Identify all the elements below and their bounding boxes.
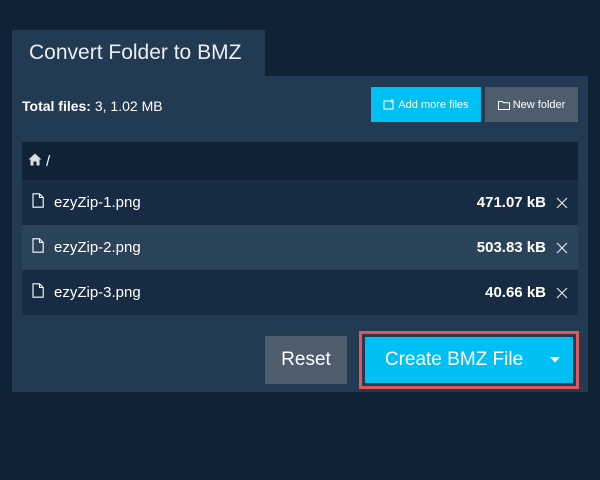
folder-icon bbox=[497, 100, 510, 110]
create-bmz-file-label: Create BMZ File bbox=[384, 349, 524, 370]
remove-file-button[interactable] bbox=[556, 197, 568, 209]
file-name: ezyZip-3.png bbox=[54, 284, 141, 301]
new-folder-button[interactable]: New folder bbox=[485, 87, 578, 122]
close-icon bbox=[556, 197, 568, 208]
add-file-icon bbox=[383, 99, 395, 110]
new-folder-label: New folder bbox=[512, 98, 566, 111]
tab-title: Convert Folder to BMZ bbox=[29, 41, 242, 64]
file-list: ezyZip-1.png 471.07 kB ezyZip-2.png 503.… bbox=[22, 180, 578, 315]
tab-convert-folder[interactable]: Convert Folder to BMZ bbox=[12, 30, 265, 76]
total-files-summary: Total files: 3, 1.02 MB bbox=[22, 98, 163, 114]
add-more-files-label: Add more files bbox=[398, 98, 469, 111]
list-item: ezyZip-2.png 503.83 kB bbox=[22, 225, 578, 270]
breadcrumb[interactable]: / bbox=[22, 142, 578, 180]
file-name: ezyZip-2.png bbox=[54, 239, 141, 256]
file-icon bbox=[32, 193, 44, 212]
create-bmz-file-button[interactable]: Create BMZ File bbox=[365, 337, 573, 383]
file-size: 40.66 kB bbox=[485, 284, 546, 301]
converter-panel: Total files: 3, 1.02 MB Add more files N… bbox=[12, 76, 588, 392]
file-icon bbox=[32, 283, 44, 302]
file-size: 471.07 kB bbox=[476, 194, 546, 211]
list-item: ezyZip-1.png 471.07 kB bbox=[22, 180, 578, 225]
close-icon bbox=[556, 287, 568, 298]
file-icon bbox=[32, 238, 44, 257]
close-icon bbox=[556, 242, 568, 253]
caret-down-icon bbox=[550, 357, 560, 363]
total-files-value: 3, 1.02 MB bbox=[94, 98, 163, 114]
remove-file-button[interactable] bbox=[556, 287, 568, 299]
file-name: ezyZip-1.png bbox=[54, 194, 141, 211]
list-item: ezyZip-3.png 40.66 kB bbox=[22, 270, 578, 315]
add-more-files-button[interactable]: Add more files bbox=[371, 87, 481, 122]
reset-button[interactable]: Reset bbox=[265, 336, 347, 384]
create-options-dropdown[interactable] bbox=[537, 357, 573, 363]
home-icon[interactable] bbox=[28, 153, 42, 170]
breadcrumb-path: / bbox=[46, 152, 51, 170]
create-button-highlight: Create BMZ File bbox=[359, 331, 579, 389]
remove-file-button[interactable] bbox=[556, 242, 568, 254]
total-files-label: Total files: bbox=[22, 98, 91, 114]
file-size: 503.83 kB bbox=[476, 239, 546, 256]
